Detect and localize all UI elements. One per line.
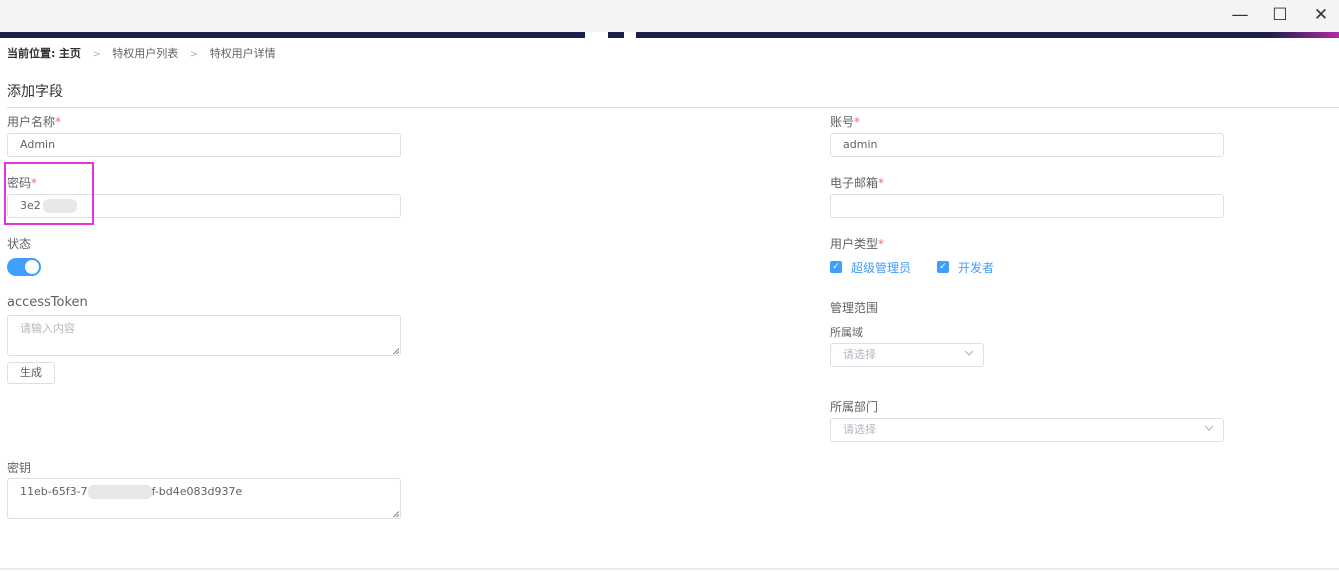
toggle-knob (25, 260, 39, 274)
secret-key-label: 密钥 (7, 461, 32, 475)
username-input[interactable]: Admin (7, 133, 401, 157)
resize-handle-icon[interactable] (393, 511, 399, 517)
account-label: 账号* (830, 115, 861, 129)
access-token-label: accessToken (7, 295, 88, 310)
bottom-divider (0, 568, 1339, 570)
breadcrumb: 当前位置: 主页 > 特权用户列表 > 特权用户详情 (7, 45, 276, 61)
access-token-placeholder: 请输入内容 (20, 322, 75, 335)
chevron-down-icon (1204, 425, 1214, 431)
department-placeholder: 请选择 (843, 423, 876, 436)
required-mark: * (878, 176, 885, 190)
maximize-button[interactable]: ☐ (1260, 3, 1300, 27)
status-label: 状态 (7, 237, 32, 251)
breadcrumb-user-detail: 特权用户详情 (209, 47, 276, 60)
breadcrumb-home[interactable]: 主页 (59, 47, 81, 60)
developer-label[interactable]: 开发者 (958, 259, 994, 276)
super-admin-label[interactable]: 超级管理员 (851, 259, 911, 276)
required-mark: * (854, 115, 861, 129)
breadcrumb-separator-icon: > (189, 49, 199, 60)
close-button[interactable]: ✕ (1301, 3, 1339, 27)
breadcrumb-user-list[interactable]: 特权用户列表 (112, 47, 178, 60)
divider (7, 107, 1339, 108)
breadcrumb-separator-icon: > (92, 49, 101, 60)
username-value: Admin (20, 138, 56, 151)
account-input[interactable]: admin (830, 133, 1224, 157)
email-input[interactable] (830, 194, 1224, 218)
minimize-button[interactable]: — (1220, 3, 1260, 27)
access-token-textarea[interactable]: 请输入内容 (7, 315, 401, 356)
secret-key-value-prefix: 11eb-65f3-7 (20, 485, 88, 498)
chevron-down-icon (964, 350, 974, 356)
domain-placeholder: 请选择 (843, 348, 876, 361)
department-select[interactable]: 请选择 (830, 418, 1224, 442)
breadcrumb-prefix: 当前位置: (7, 47, 56, 60)
minimize-icon: — (1231, 5, 1249, 25)
header-strip (636, 32, 1270, 38)
header-strip (0, 32, 585, 38)
status-toggle[interactable] (7, 258, 41, 276)
user-type-label: 用户类型* (830, 237, 885, 251)
super-admin-checkbox[interactable]: ✓ (830, 261, 842, 273)
scope-label: 管理范围 (830, 301, 879, 315)
domain-select[interactable]: 请选择 (830, 343, 984, 367)
window-titlebar (0, 0, 1339, 32)
checkmark-icon: ✓ (939, 262, 947, 272)
header-strip (608, 32, 624, 38)
close-icon: ✕ (1313, 5, 1329, 25)
account-value: admin (843, 138, 878, 151)
header-strip-accent (1270, 32, 1339, 38)
domain-label: 所属域 (830, 326, 863, 339)
checkmark-icon: ✓ (832, 262, 840, 272)
resize-handle-icon[interactable] (393, 348, 399, 354)
secret-key-textarea[interactable]: 11eb-65f3-7 f-bd4e083d937e (7, 478, 401, 519)
required-mark: * (55, 115, 62, 129)
generate-button[interactable]: 生成 (7, 362, 55, 384)
maximize-icon: ☐ (1272, 5, 1288, 25)
secret-key-value-suffix: f-bd4e083d937e (151, 485, 243, 498)
section-title: 添加字段 (7, 84, 63, 100)
redacted-mask (87, 485, 152, 499)
department-label: 所属部门 (830, 400, 879, 414)
username-label: 用户名称* (7, 115, 62, 129)
developer-checkbox[interactable]: ✓ (937, 261, 949, 273)
highlight-box (4, 162, 94, 225)
required-mark: * (878, 237, 885, 251)
email-label: 电子邮箱* (830, 176, 885, 190)
